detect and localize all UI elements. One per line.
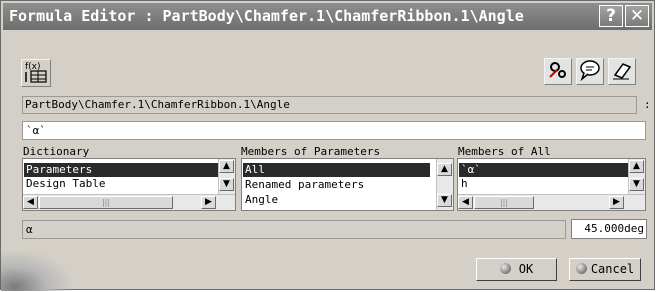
scroll-down-icon[interactable]: ▼	[629, 178, 644, 191]
window-title: Formula Editor : PartBody\Chamfer.1\Cham…	[9, 7, 524, 25]
members-of-all-list[interactable]: `α` h ▲ ▼ ◀ ||| ▶	[457, 158, 646, 211]
list-item[interactable]: h	[459, 177, 628, 191]
scroll-left-icon[interactable]: ◀	[458, 196, 473, 209]
cancel-indicator-icon	[575, 263, 587, 274]
eraser-icon[interactable]	[608, 58, 636, 85]
scroll-thumb[interactable]: |||	[39, 196, 173, 209]
list-item[interactable]: Parameters	[24, 163, 218, 177]
comment-glyph	[580, 60, 600, 82]
members-of-all-vscroll[interactable]: ▲ ▼	[628, 159, 645, 195]
corner-shadow	[1, 251, 71, 291]
parameter-path: PartBody\Chamfer.1\ChamferRibbon.1\Angle	[22, 96, 637, 114]
dictionary-list[interactable]: Parameters Design Table ▲ ▼ ◀ ||| ▶	[22, 158, 236, 211]
list-item[interactable]: `α`	[459, 163, 628, 177]
members-of-all-label: Members of All	[458, 145, 551, 158]
cancel-button-label: Cancel	[590, 262, 635, 276]
list-item[interactable]: Design Table	[24, 177, 218, 191]
list-item[interactable]: All	[243, 163, 430, 177]
formula-input[interactable]: `α`	[22, 121, 646, 140]
formula-table-icon[interactable]: f(x)	[21, 59, 51, 87]
formula-table-glyph: f(x)	[25, 62, 47, 83]
scroll-up-icon[interactable]: ▲	[219, 160, 234, 173]
scroll-up-icon[interactable]: ▲	[629, 160, 644, 173]
scroll-left-icon[interactable]: ◀	[23, 196, 38, 209]
path-suffix: :	[644, 98, 651, 111]
dictionary-hscroll[interactable]: ◀ ||| ▶	[23, 194, 235, 210]
dictionary-vscroll[interactable]: ▲ ▼	[218, 159, 235, 195]
ok-button[interactable]: OK	[476, 258, 557, 281]
title-bar[interactable]: Formula Editor : PartBody\Chamfer.1\Cham…	[3, 3, 652, 30]
gear-wizard-icon[interactable]	[544, 58, 572, 85]
scroll-thumb[interactable]: |||	[474, 196, 534, 209]
ok-button-label: OK	[518, 262, 534, 276]
members-of-parameters-label: Members of Parameters	[241, 145, 381, 158]
list-item[interactable]: Angle	[243, 193, 430, 207]
ok-indicator-icon	[499, 263, 511, 274]
parameter-value-field[interactable]: 45.000deg	[571, 219, 647, 239]
help-button[interactable]: ?	[599, 5, 623, 27]
formula-editor-window: Formula Editor : PartBody\Chamfer.1\Cham…	[0, 0, 655, 291]
scroll-down-icon[interactable]: ▼	[219, 178, 234, 191]
dictionary-label: Dictionary	[23, 145, 90, 158]
scroll-up-icon[interactable]: ▲	[437, 163, 452, 176]
comment-icon[interactable]	[576, 58, 604, 85]
eraser-glyph	[613, 63, 632, 80]
scroll-down-icon[interactable]: ▼	[437, 194, 452, 207]
selected-parameter-status: α	[22, 220, 566, 239]
members-of-parameters-vscroll[interactable]: ▲ ▼	[436, 159, 453, 210]
gear-wizard-glyph	[549, 62, 566, 78]
scroll-right-icon[interactable]: ▶	[609, 196, 624, 209]
members-of-parameters-list[interactable]: All Renamed parameters Angle ▲ ▼	[241, 158, 454, 211]
scroll-right-icon[interactable]: ▶	[201, 196, 216, 209]
list-item[interactable]: Renamed parameters	[243, 178, 430, 192]
cancel-button[interactable]: Cancel	[569, 258, 641, 281]
close-button[interactable]: ✕	[625, 5, 649, 27]
members-of-all-hscroll[interactable]: ◀ ||| ▶	[458, 194, 645, 210]
